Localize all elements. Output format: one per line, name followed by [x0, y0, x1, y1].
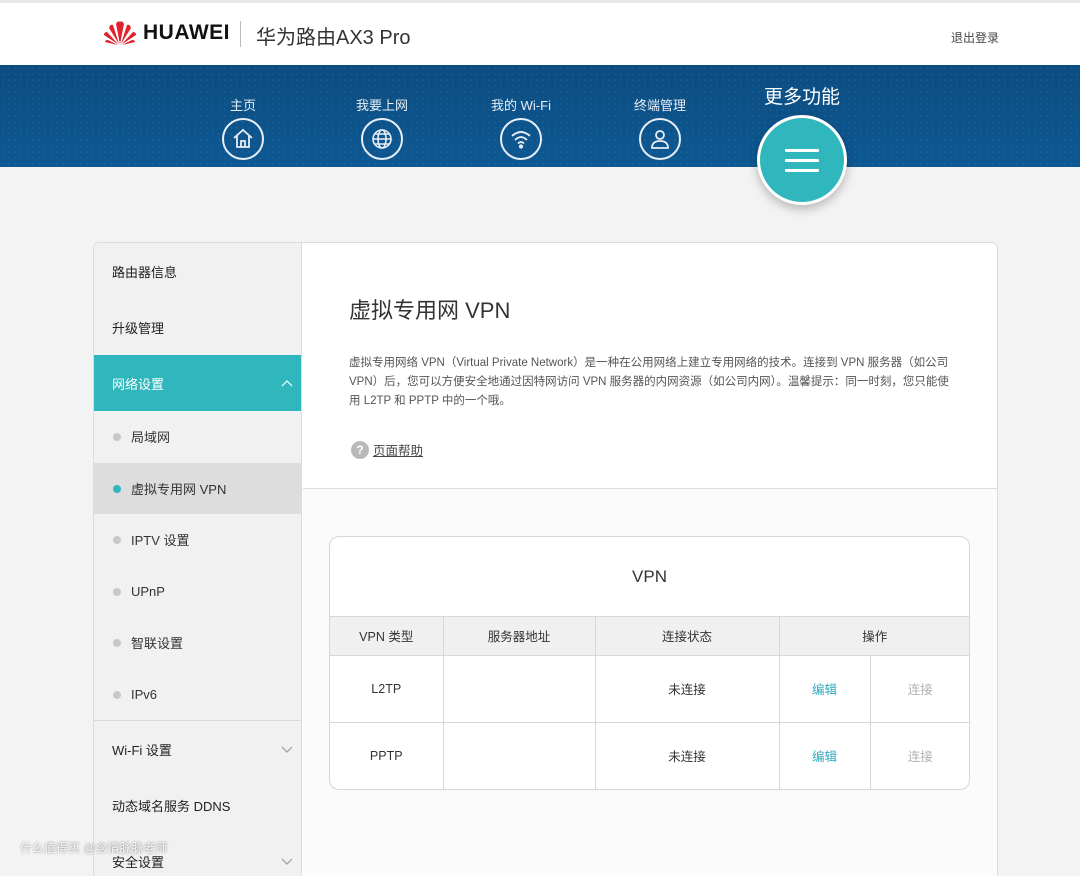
page-help-label: 页面帮助: [373, 444, 424, 458]
bullet-dot: [113, 587, 121, 596]
sidebar-item-network-label: 网络设置: [112, 376, 165, 392]
sidebar-item-router-info[interactable]: 路由器信息: [94, 243, 301, 299]
connect-pptp-button[interactable]: 连接: [908, 750, 933, 764]
col-vpn-type: VPN 类型: [330, 617, 444, 656]
vpn-type-cell: L2TP: [330, 655, 444, 723]
sidebar-item-ddns[interactable]: 动态域名服务 DDNS: [94, 777, 301, 833]
chevron-down-icon: [281, 746, 293, 753]
user-icon: [639, 118, 681, 160]
logout-link[interactable]: 退出登录: [951, 29, 999, 46]
sidebar-sub-upnp[interactable]: UPnP: [94, 566, 301, 618]
nav-home[interactable]: 主页: [198, 95, 288, 160]
huawei-logo[interactable]: HUAWEI: [103, 20, 230, 46]
watermark: 什么值得买 @含情脉脉老师: [20, 841, 168, 855]
sidebar-item-network[interactable]: 网络设置: [94, 355, 301, 411]
product-name: 华为路由AX3 Pro: [256, 27, 411, 49]
edit-pptp-button[interactable]: 编辑: [812, 750, 837, 764]
globe-icon: [361, 118, 403, 160]
col-server-address: 服务器地址: [443, 617, 596, 656]
table-row: PPTP 未连接 编辑 连接: [330, 722, 969, 789]
sidebar-sub-ipv6[interactable]: IPv6: [94, 669, 301, 721]
nav-home-label: 主页: [229, 98, 256, 113]
brand-name: HUAWEI: [143, 21, 230, 44]
nav-wifi[interactable]: 我的 Wi-Fi: [476, 95, 566, 160]
page-title: 虚拟专用网 VPN: [349, 298, 511, 323]
top-bar: HUAWEI 华为路由AX3 Pro 退出登录: [0, 0, 1080, 65]
sidebar-sub-vpn[interactable]: 虚拟专用网 VPN: [94, 462, 301, 514]
sidebar: 路由器信息 升级管理 网络设置 局域网 虚拟专用网 VPN IPTV 设置 UP…: [94, 243, 302, 876]
edit-cell: 编辑: [779, 722, 871, 789]
chevron-down-icon: [281, 858, 293, 865]
main-nav: 主页 我要上网 我的 Wi-Fi 终端管理 更多功能: [0, 65, 1080, 167]
nav-more-label: 更多功能: [763, 87, 840, 108]
bullet-dot: [113, 433, 121, 441]
page-description: 虚拟专用网络 VPN（Virtual Private Network）是一种在公…: [349, 357, 949, 407]
settings-panel: 路由器信息 升级管理 网络设置 局域网 虚拟专用网 VPN IPTV 设置 UP…: [93, 242, 998, 876]
server-address-cell: [443, 722, 596, 789]
server-address-cell: [443, 655, 596, 723]
wifi-icon: [500, 118, 542, 160]
col-connection-status: 连接状态: [595, 617, 780, 656]
status-cell: 未连接: [595, 722, 780, 789]
sidebar-sub-label: 智联设置: [131, 636, 184, 652]
table-header-row: VPN 类型 服务器地址 连接状态 操作: [330, 617, 969, 656]
nav-wifi-label: 我的 Wi-Fi: [491, 98, 551, 113]
edit-l2tp-button[interactable]: 编辑: [812, 683, 837, 697]
nav-devices-label: 终端管理: [633, 98, 686, 113]
content-area: 虚拟专用网 VPN 虚拟专用网络 VPN（Virtual Private Net…: [303, 243, 997, 876]
help-icon: ?: [351, 440, 369, 459]
vpn-type-cell: PPTP: [330, 722, 444, 789]
chevron-up-icon: [281, 380, 293, 387]
sidebar-item-wifi-label: Wi-Fi 设置: [112, 742, 172, 758]
menu-icon: [785, 142, 819, 179]
sidebar-sub-label: IPTV 设置: [131, 533, 190, 549]
bullet-dot: [113, 639, 121, 647]
nav-devices[interactable]: 终端管理: [615, 95, 705, 160]
vpn-card-title: VPN: [330, 537, 969, 617]
sidebar-sub-label: IPv6: [131, 686, 158, 702]
nav-internet[interactable]: 我要上网: [337, 95, 427, 160]
bullet-dot: [113, 690, 121, 699]
huawei-flower-icon: [104, 21, 136, 45]
nav-more-button[interactable]: [757, 115, 847, 205]
connect-cell: 连接: [870, 722, 969, 789]
bullet-dot: [113, 536, 121, 544]
vpn-table: VPN 类型 服务器地址 连接状态 操作 L2TP 未连接 编辑 连接 PPTP…: [330, 617, 969, 789]
connect-l2tp-button[interactable]: 连接: [908, 683, 933, 697]
connect-cell: 连接: [870, 655, 969, 723]
page-help-link[interactable]: ? 页面帮助: [351, 440, 423, 459]
edit-cell: 编辑: [779, 655, 871, 723]
sidebar-sub-label: 虚拟专用网 VPN: [131, 481, 227, 497]
col-actions: 操作: [779, 617, 969, 656]
table-row: L2TP 未连接 编辑 连接: [330, 655, 969, 723]
sidebar-item-wifi[interactable]: Wi-Fi 设置: [94, 721, 301, 777]
logo-divider: [240, 21, 241, 47]
vpn-card: VPN VPN 类型 服务器地址 连接状态 操作 L2TP 未连接 编辑 连接 …: [329, 536, 970, 790]
bullet-dot-active: [113, 484, 121, 493]
sidebar-sub-iptv[interactable]: IPTV 设置: [94, 514, 301, 566]
sidebar-item-upgrade[interactable]: 升级管理: [94, 299, 301, 355]
sidebar-sub-label: UPnP: [131, 583, 165, 599]
status-cell: 未连接: [595, 655, 780, 723]
home-icon: [222, 118, 264, 160]
sidebar-sub-lan[interactable]: 局域网: [94, 411, 301, 463]
nav-internet-label: 我要上网: [355, 98, 408, 113]
sidebar-sub-label: 局域网: [131, 430, 171, 446]
sidebar-sub-smart-link[interactable]: 智联设置: [94, 617, 301, 669]
